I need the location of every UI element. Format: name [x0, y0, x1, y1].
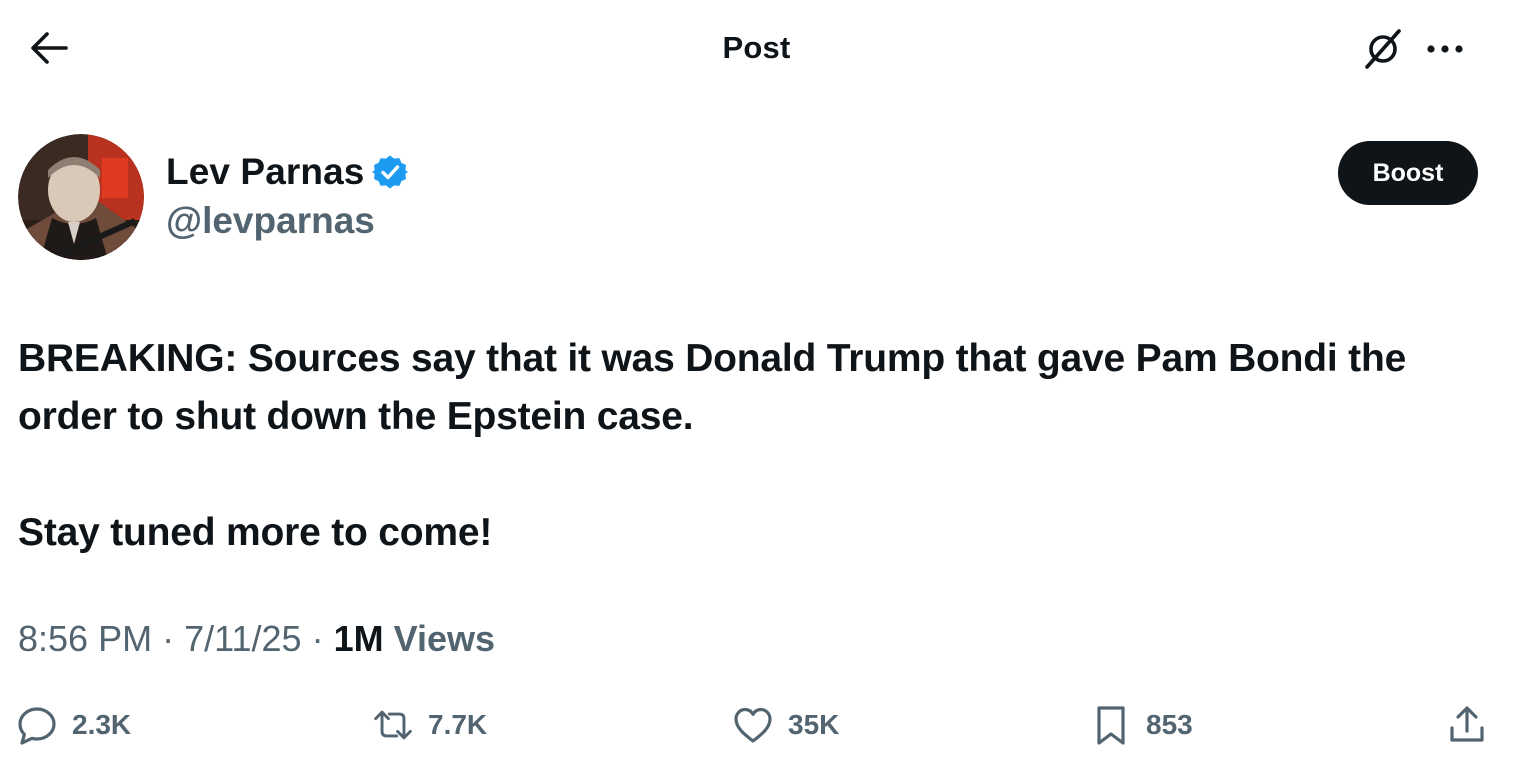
action-bar: 2.3K 7.7K 35K 853 [0, 692, 1513, 758]
post-metadata: 8:56 PM · 7/11/25 · 1M Views [18, 618, 495, 660]
reply-count: 2.3K [72, 709, 132, 740]
repost-icon [372, 704, 414, 746]
more-horizontal-icon [1425, 42, 1465, 60]
views-count: 1M [333, 618, 384, 659]
post-time[interactable]: 8:56 PM [18, 618, 152, 659]
user-handle[interactable]: @levparnas [166, 200, 375, 242]
display-name[interactable]: Lev Parnas [166, 151, 364, 193]
share-icon [1446, 704, 1488, 746]
boost-button[interactable]: Boost [1338, 141, 1478, 205]
grok-button[interactable] [1360, 28, 1406, 74]
views-label: Views [393, 618, 496, 659]
post-body: BREAKING: Sources say that it was Donald… [18, 330, 1488, 562]
post-paragraph: Stay tuned more to come! [18, 511, 493, 554]
top-bar: Post [0, 0, 1513, 100]
separator: · [162, 618, 175, 659]
separator: · [311, 618, 324, 659]
share-button[interactable] [1446, 692, 1488, 758]
display-name-row: Lev Parnas [166, 150, 409, 194]
page-title: Post [722, 30, 791, 65]
bookmark-count: 853 [1146, 709, 1193, 740]
like-button[interactable]: 35K [732, 692, 839, 758]
more-button[interactable] [1422, 28, 1468, 74]
reply-button[interactable]: 2.3K [16, 692, 131, 758]
post-date[interactable]: 7/11/25 [184, 618, 301, 659]
grok-icon [1362, 28, 1404, 75]
repost-button[interactable]: 7.7K [372, 692, 487, 758]
post-paragraph: BREAKING: Sources say that it was Donald… [18, 337, 1407, 438]
reply-icon [16, 704, 58, 746]
verified-badge-icon[interactable] [372, 154, 409, 190]
repost-count: 7.7K [428, 709, 488, 740]
like-count: 35K [788, 709, 840, 740]
bookmark-icon [1090, 704, 1132, 746]
heart-icon [732, 704, 774, 746]
author-header: Lev Parnas @levparnas Boost [18, 134, 1488, 264]
bookmark-button[interactable]: 853 [1090, 692, 1193, 758]
avatar[interactable] [18, 134, 144, 260]
